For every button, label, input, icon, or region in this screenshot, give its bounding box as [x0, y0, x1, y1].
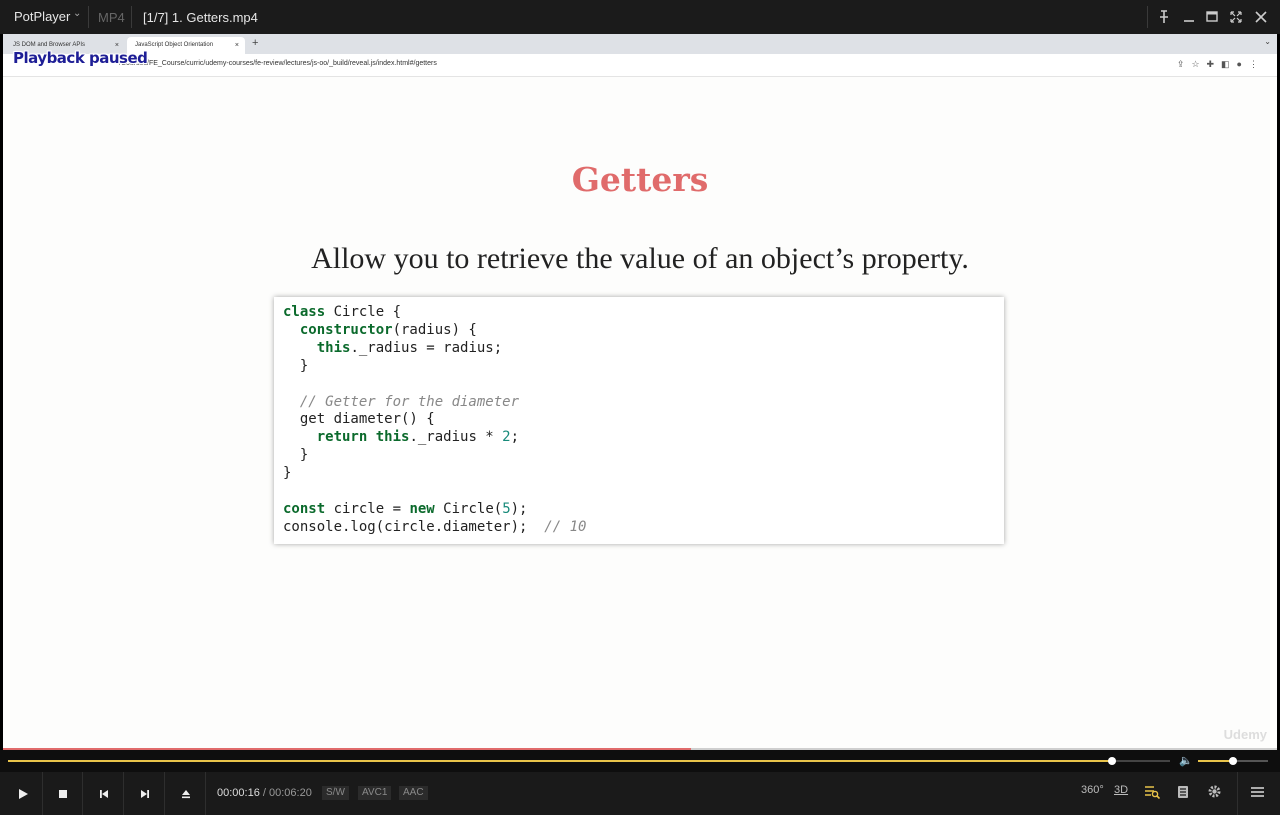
seek-handle[interactable]	[1107, 757, 1116, 765]
code-block: class Circle { constructor(radius) { thi…	[274, 297, 1004, 544]
plus-icon: +	[252, 37, 259, 49]
browser-tab-label: JavaScript Object Orientation	[135, 42, 214, 48]
browser-toolbar-icons: ⇪☆✚◧●⋮	[1176, 59, 1265, 69]
previous-icon	[99, 789, 108, 798]
minimize-icon[interactable]	[1180, 8, 1198, 26]
3d-icon[interactable]: 3D	[1114, 784, 1128, 796]
current-time: 00:00:16	[217, 787, 260, 799]
stop-button[interactable]	[43, 772, 83, 815]
browser-tab-label: JS DOM and Browser APIs	[13, 42, 86, 48]
time-display: 00:00:16 / 00:06:20	[217, 787, 312, 799]
app-menu-chevron-icon[interactable]: ⌄	[73, 8, 81, 19]
divider	[1147, 6, 1148, 28]
format-label: MP4	[98, 10, 125, 25]
volume-handle[interactable]	[1229, 757, 1237, 765]
close-icon[interactable]	[1252, 8, 1270, 26]
browser-address-bar: /Courses/FE_Course/curric/udemy-courses/…	[3, 54, 1277, 77]
seek-track[interactable]	[8, 760, 1170, 762]
seek-bar[interactable]: 🔈	[0, 750, 1280, 772]
playback-status-osd: Playback paused	[13, 49, 148, 67]
url-text: /Courses/FE_Course/curric/udemy-courses/…	[119, 60, 437, 67]
code-text: class Circle { constructor(radius) { thi…	[283, 304, 587, 535]
previous-button[interactable]	[84, 772, 124, 815]
app-name[interactable]: PotPlayer	[14, 9, 70, 24]
eject-icon	[181, 789, 190, 798]
next-icon	[140, 789, 149, 798]
decoder-badge[interactable]: S/W	[322, 786, 349, 800]
slide-subtitle: Allow you to retrieve the value of an ob…	[311, 242, 969, 275]
next-button[interactable]	[125, 772, 165, 815]
chapters-icon[interactable]	[1177, 785, 1189, 799]
stop-icon	[58, 789, 67, 798]
play-icon	[18, 788, 28, 799]
volume-icon[interactable]: 🔈	[1179, 754, 1193, 767]
divider	[131, 6, 132, 28]
pin-icon[interactable]	[1155, 8, 1173, 26]
audio-codec-badge[interactable]: AAC	[399, 786, 428, 800]
code-comment: // 10	[544, 518, 587, 535]
maximize-icon[interactable]	[1203, 8, 1221, 26]
close-icon: ×	[234, 42, 239, 49]
eject-button[interactable]	[166, 772, 206, 815]
video-codec-badge[interactable]: AVC1	[358, 786, 392, 800]
gear-icon[interactable]	[1207, 784, 1222, 799]
menu-icon[interactable]	[1251, 786, 1264, 798]
volume-fill	[1198, 760, 1233, 762]
play-button[interactable]	[3, 772, 43, 815]
udemy-watermark: Udemy	[1223, 727, 1267, 742]
control-bar: 00:00:16 / 00:06:20 S/W AVC1 AAC 360° 3D	[0, 772, 1280, 815]
divider	[1237, 772, 1238, 815]
total-time: 00:06:20	[269, 787, 312, 799]
slide-title: Getters	[571, 160, 709, 199]
360-icon[interactable]: 360°	[1081, 784, 1104, 796]
fullscreen-icon[interactable]	[1227, 8, 1245, 26]
video-frame[interactable]: JS DOM and Browser APIs × JavaScript Obj…	[3, 34, 1277, 750]
file-title: [1/7] 1. Getters.mp4	[143, 10, 258, 25]
code-comment: // Getter for the diameter	[299, 393, 520, 410]
divider	[88, 6, 89, 28]
player-titlebar: PotPlayer ⌄ MP4 [1/7] 1. Getters.mp4	[0, 0, 1280, 34]
playlist-icon[interactable]	[1144, 785, 1160, 799]
chevron-down-icon: ⌄	[1264, 37, 1271, 46]
browser-tab-strip: JS DOM and Browser APIs × JavaScript Obj…	[3, 34, 1277, 54]
time-separator: /	[262, 787, 266, 799]
seek-fill	[8, 760, 1112, 762]
